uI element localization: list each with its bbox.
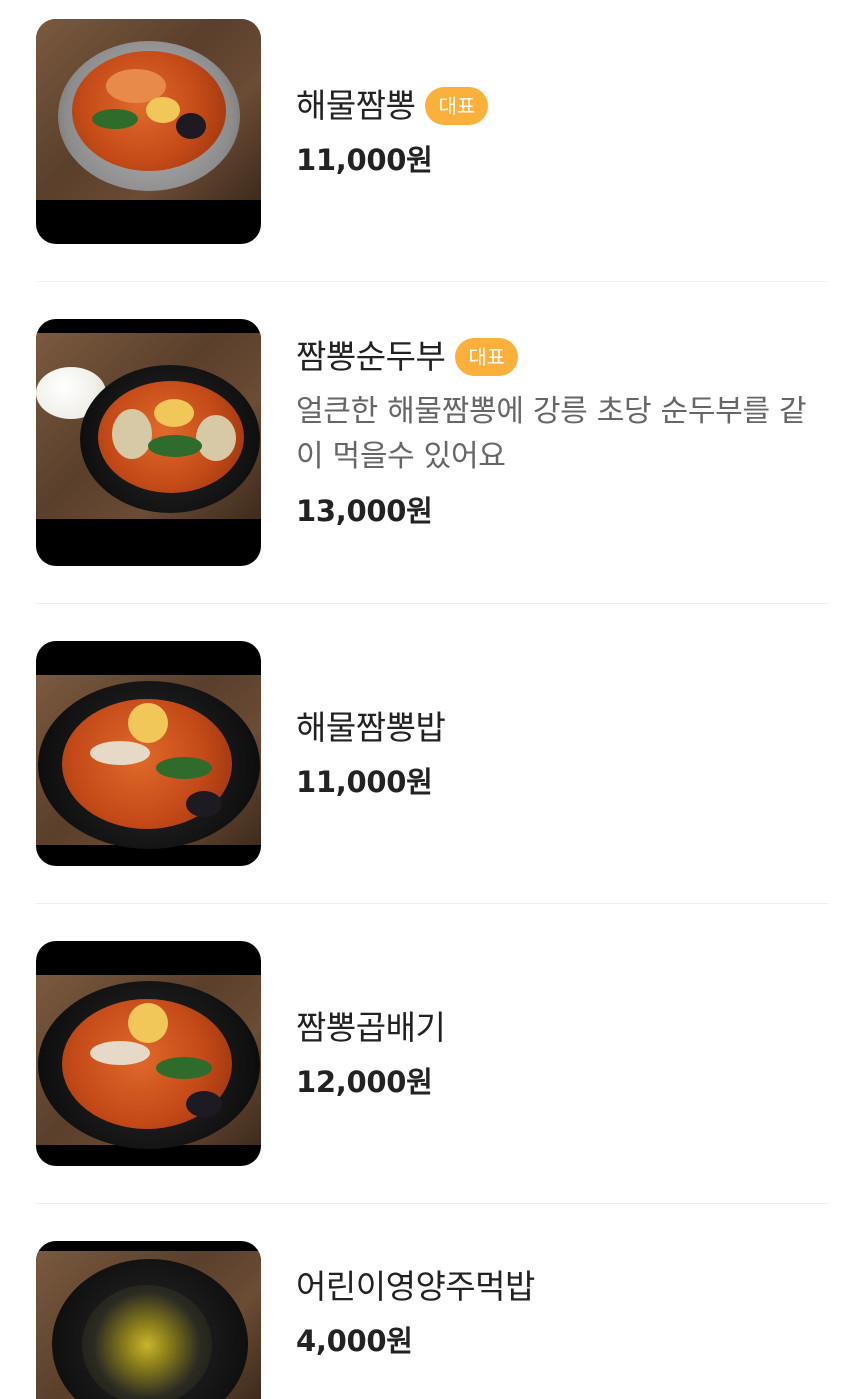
menu-item-name-row: 해물짬뽕밥 — [296, 706, 828, 750]
menu-item-image — [36, 319, 261, 566]
menu-item-name: 짬뽕순두부 — [296, 336, 446, 376]
menu-item-price: 4,000원 — [296, 1324, 413, 1358]
menu-item-seafood-jjamppong[interactable]: 해물짬뽕 대표 11,000원 — [36, 0, 828, 282]
menu-item-info: 어린이영양주먹밥 4,000원 — [296, 1265, 828, 1361]
menu-item-image — [36, 941, 261, 1166]
menu-item-seafood-jjamppong-rice[interactable]: 해물짬뽕밥 11,000원 — [36, 604, 828, 904]
menu-item-info: 짬뽕곱배기 12,000원 — [296, 1006, 828, 1102]
menu-item-info: 해물짬뽕밥 11,000원 — [296, 706, 828, 802]
menu-item-name-row: 짬뽕곱배기 — [296, 1006, 828, 1050]
menu-list: 해물짬뽕 대표 11,000원 짬뽕순두부 대표 얼큰한 해물짬뽕에 강릉 초당… — [36, 0, 828, 1399]
menu-item-info: 해물짬뽕 대표 11,000원 — [296, 84, 828, 180]
menu-item-name-row: 어린이영양주먹밥 — [296, 1265, 828, 1309]
menu-item-name: 해물짬뽕 — [296, 85, 416, 125]
menu-item-name-row: 해물짬뽕 대표 — [296, 84, 828, 128]
menu-item-price: 12,000원 — [296, 1064, 433, 1099]
menu-item-image — [36, 641, 261, 866]
menu-item-price: 11,000원 — [296, 764, 433, 799]
menu-item-info: 짬뽕순두부 대표 얼큰한 해물짬뽕에 강릉 초당 순두부를 같이 먹을수 있어요… — [296, 335, 828, 531]
menu-item-image — [36, 19, 261, 244]
menu-item-name: 어린이영양주먹밥 — [296, 1267, 535, 1306]
signature-badge: 대표 — [425, 86, 489, 125]
menu-item-price: 11,000원 — [296, 142, 433, 177]
menu-item-name: 해물짬뽕밥 — [296, 707, 446, 747]
menu-item-jjamppong-soft-tofu[interactable]: 짬뽕순두부 대표 얼큰한 해물짬뽕에 강릉 초당 순두부를 같이 먹을수 있어요… — [36, 282, 828, 604]
menu-item-image — [36, 1241, 261, 1399]
signature-badge: 대표 — [455, 337, 519, 376]
menu-item-description: 얼큰한 해물짬뽕에 강릉 초당 순두부를 같이 먹을수 있어요 — [296, 393, 807, 474]
menu-item-price: 13,000원 — [296, 493, 433, 528]
menu-item-jjamppong-large[interactable]: 짬뽕곱배기 12,000원 — [36, 904, 828, 1204]
menu-item-kids-rice-ball[interactable]: 어린이영양주먹밥 4,000원 — [36, 1204, 828, 1399]
menu-item-name-row: 짬뽕순두부 대표 — [296, 335, 828, 379]
menu-item-name: 짬뽕곱배기 — [296, 1007, 446, 1047]
